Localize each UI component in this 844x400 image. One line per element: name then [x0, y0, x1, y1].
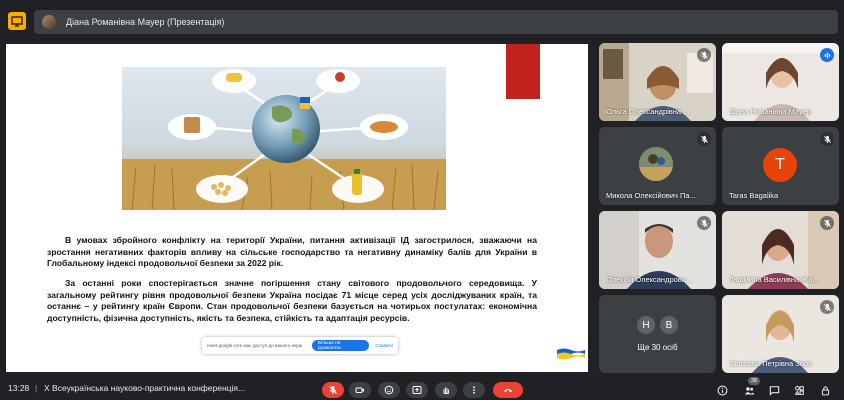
screen-share-notice: meet.google.com має доступ до вашого екр…: [202, 337, 398, 354]
more-vert-icon: [473, 386, 475, 394]
participant-tile[interactable]: Ольга Олександрівна ...: [599, 43, 716, 121]
end-call-icon: [504, 389, 512, 393]
screen-share-notice-text: meet.google.com має доступ до вашого екр…: [207, 343, 302, 348]
presenter-avatar: [42, 15, 56, 29]
mic-off-icon: [329, 386, 337, 394]
meeting-title: X Всеукраїнська науково-практична конфер…: [44, 383, 246, 393]
participant-avatar: T: [763, 148, 797, 182]
camera-icon: [355, 387, 364, 393]
participant-tile[interactable]: Олексій Олександрови...: [599, 211, 716, 289]
clock: 13:28: [8, 383, 30, 393]
present-icon: [412, 386, 422, 394]
presentation-label: Діана Романівна Мауер (Презентація): [66, 17, 225, 27]
stop-sharing-button[interactable]: Більше не дозволяти: [311, 340, 370, 351]
participant-name: Taras Bagalika: [729, 191, 779, 200]
mic-off-icon: [820, 132, 834, 146]
participant-name: Микола Олексійович Па...: [606, 191, 696, 200]
camera-toggle-button[interactable]: [349, 382, 371, 398]
leave-call-button[interactable]: [493, 382, 523, 398]
people-icon: [744, 386, 754, 394]
presentation-slide: В умовах збройного конфлікту на територі…: [6, 44, 588, 372]
slide-red-accent: [506, 44, 540, 99]
chat-icon: [769, 385, 779, 396]
avatar-initial: T: [775, 156, 785, 173]
present-screen-button[interactable]: [406, 382, 428, 398]
more-participants-avatars: Н В: [636, 315, 679, 335]
participant-avatar: [639, 147, 673, 181]
captions-button[interactable]: [378, 382, 400, 398]
people-button[interactable]: [742, 383, 756, 397]
participant-tile[interactable]: Людмила Василівна Жи...: [722, 211, 839, 289]
activities-icon: [794, 385, 804, 395]
participant-initial-avatar: В: [659, 315, 679, 335]
mic-off-icon: [697, 132, 711, 146]
ukraine-flag-icon: [557, 348, 585, 360]
info-icon: [717, 385, 727, 395]
raise-hand-icon: [443, 387, 449, 394]
more-participants-tile[interactable]: Н В Ще 30 осіб: [599, 295, 716, 373]
emoji-icon: [384, 385, 394, 395]
participant-name: Світлана Петрівна Зоря: [729, 359, 813, 368]
participant-name: Діана Романівна Мауер: [729, 107, 812, 116]
participant-tile[interactable]: Світлана Петрівна Зоря: [722, 295, 839, 373]
top-bar: Діана Романівна Мауер (Презентація): [0, 0, 844, 42]
slide-paragraph-2: За останні роки спостерігається значне п…: [47, 278, 537, 323]
slide-paragraph-1: В умовах збройного конфлікту на територі…: [47, 235, 537, 268]
participant-name: Олексій Олександрови...: [606, 275, 693, 284]
presentation-chip[interactable]: Діана Романівна Мауер (Презентація): [34, 10, 838, 34]
speaking-indicator-icon: [820, 48, 834, 62]
hide-notice-button[interactable]: Сховати: [375, 343, 393, 348]
participant-name: Людмила Василівна Жи...: [729, 275, 819, 284]
separator: |: [35, 383, 38, 393]
participant-tile[interactable]: T Taras Bagalika: [722, 127, 839, 205]
food-security-illustration: [122, 67, 446, 210]
participant-name: Ольга Олександрівна ...: [606, 107, 690, 116]
bottom-bar: 13:28 | X Всеукраїнська науково-практичн…: [0, 376, 844, 400]
participant-tile-active-speaker[interactable]: Діана Романівна Мауер: [722, 43, 839, 121]
chat-button[interactable]: [767, 383, 781, 397]
raise-hand-button[interactable]: [435, 382, 457, 398]
host-controls-button[interactable]: [818, 383, 832, 397]
mic-off-icon: [697, 48, 711, 62]
microphone-toggle-button[interactable]: [322, 382, 344, 398]
activities-button[interactable]: [792, 383, 806, 397]
participant-tile[interactable]: Микола Олексійович Па...: [599, 127, 716, 205]
more-participants-label: Ще 30 осіб: [637, 343, 678, 352]
participant-initial-avatar: Н: [636, 315, 656, 335]
meeting-details-button[interactable]: [715, 383, 729, 397]
more-options-button[interactable]: [463, 382, 485, 398]
mic-off-icon: [820, 300, 834, 314]
mic-off-icon: [697, 216, 711, 230]
presentation-icon[interactable]: [8, 12, 26, 30]
lock-person-icon: [821, 385, 829, 395]
mic-off-icon: [820, 216, 834, 230]
meet-window: Діана Романівна Мауер (Презентація) В ум…: [0, 0, 844, 400]
